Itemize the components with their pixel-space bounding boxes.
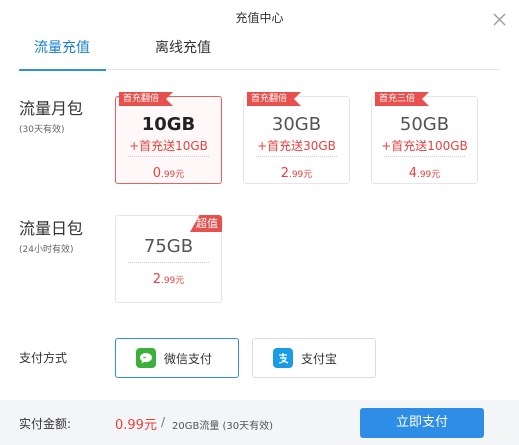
monthly-sublabel: (30天有效) bbox=[19, 125, 65, 135]
order-detail: 20GB流量 (30天有效) bbox=[172, 421, 274, 432]
package-bonus: +首充送100GB bbox=[381, 139, 468, 153]
close-icon[interactable] bbox=[492, 12, 507, 27]
divider bbox=[128, 156, 209, 157]
package-card-30gb[interactable]: 首充翻倍 30GB +首充送30GB 2.99元 bbox=[243, 96, 350, 184]
package-price: 4.99元 bbox=[372, 162, 477, 181]
price-integer: 2 bbox=[280, 166, 289, 181]
price-decimal: .99元 bbox=[160, 276, 185, 286]
price-integer: 2 bbox=[152, 272, 161, 287]
tab-offline-recharge[interactable]: 离线充值 bbox=[155, 38, 211, 70]
package-card-75gb[interactable]: 超值 75GB 2.99元 bbox=[115, 215, 222, 303]
divider bbox=[256, 156, 337, 157]
package-amount: 30GB bbox=[271, 114, 322, 135]
monthly-section-label: 流量月包 (30天有效) bbox=[19, 98, 83, 135]
pay-now-button[interactable]: 立即支付 bbox=[360, 408, 484, 438]
total-price: 0.99元 bbox=[115, 418, 157, 433]
separator: / bbox=[161, 415, 166, 429]
daily-label: 流量日包 bbox=[19, 219, 84, 238]
price-decimal: .99元 bbox=[160, 170, 185, 180]
dialog-title: 充值中心 bbox=[235, 11, 284, 25]
package-price: 0.99元 bbox=[116, 162, 221, 181]
amount-label: 实付金额: bbox=[19, 417, 72, 431]
tab-traffic-recharge[interactable]: 流量充值 bbox=[19, 38, 106, 71]
package-price: 2.99元 bbox=[244, 162, 349, 181]
package-amount: 10GB bbox=[141, 114, 196, 135]
alipay-label: 支付宝 bbox=[301, 351, 338, 366]
alipay-button[interactable]: 支付宝 bbox=[252, 338, 376, 378]
price-integer: 4 bbox=[408, 166, 417, 181]
daily-section-label: 流量日包 (24小时有效) bbox=[19, 218, 83, 255]
price-decimal: .99元 bbox=[416, 170, 441, 180]
divider bbox=[384, 156, 465, 157]
recharge-dialog: 充值中心 流量充值 离线充值 流量月包 (30天有效) 首充翻倍 10GB +首… bbox=[0, 0, 519, 445]
payment-method-label: 支付方式 bbox=[19, 351, 68, 365]
package-bonus: +首充送30GB bbox=[257, 139, 336, 153]
value-tag: 超值 bbox=[190, 215, 222, 232]
ribbon-badge: 首充翻倍 bbox=[119, 92, 173, 106]
package-amount: 75GB bbox=[143, 236, 194, 257]
wechat-pay-button[interactable]: 微信支付 bbox=[115, 338, 239, 378]
package-amount: 50GB bbox=[399, 114, 450, 135]
ribbon-badge: 首充三倍 bbox=[375, 92, 429, 106]
package-card-10gb[interactable]: 首充翻倍 10GB +首充送10GB 0.99元 bbox=[115, 96, 222, 184]
monthly-label: 流量月包 bbox=[19, 99, 84, 118]
package-price: 2.99元 bbox=[116, 268, 221, 287]
wechat-pay-label: 微信支付 bbox=[164, 351, 213, 366]
divider bbox=[128, 262, 209, 263]
price-integer: 0 bbox=[152, 166, 161, 181]
wechat-icon bbox=[136, 348, 156, 368]
package-bonus: +首充送10GB bbox=[129, 139, 208, 153]
price-decimal: .99元 bbox=[288, 170, 313, 180]
tab-bar: 流量充值 离线充值 bbox=[19, 38, 500, 71]
package-card-50gb[interactable]: 首充三倍 50GB +首充送100GB 4.99元 bbox=[371, 96, 478, 184]
ribbon-badge: 首充翻倍 bbox=[247, 92, 301, 106]
daily-sublabel: (24小时有效) bbox=[19, 245, 74, 255]
alipay-icon bbox=[273, 348, 293, 368]
footer-bar: 实付金额: 0.99元 / 20GB流量 (30天有效) 立即支付 bbox=[0, 400, 519, 445]
